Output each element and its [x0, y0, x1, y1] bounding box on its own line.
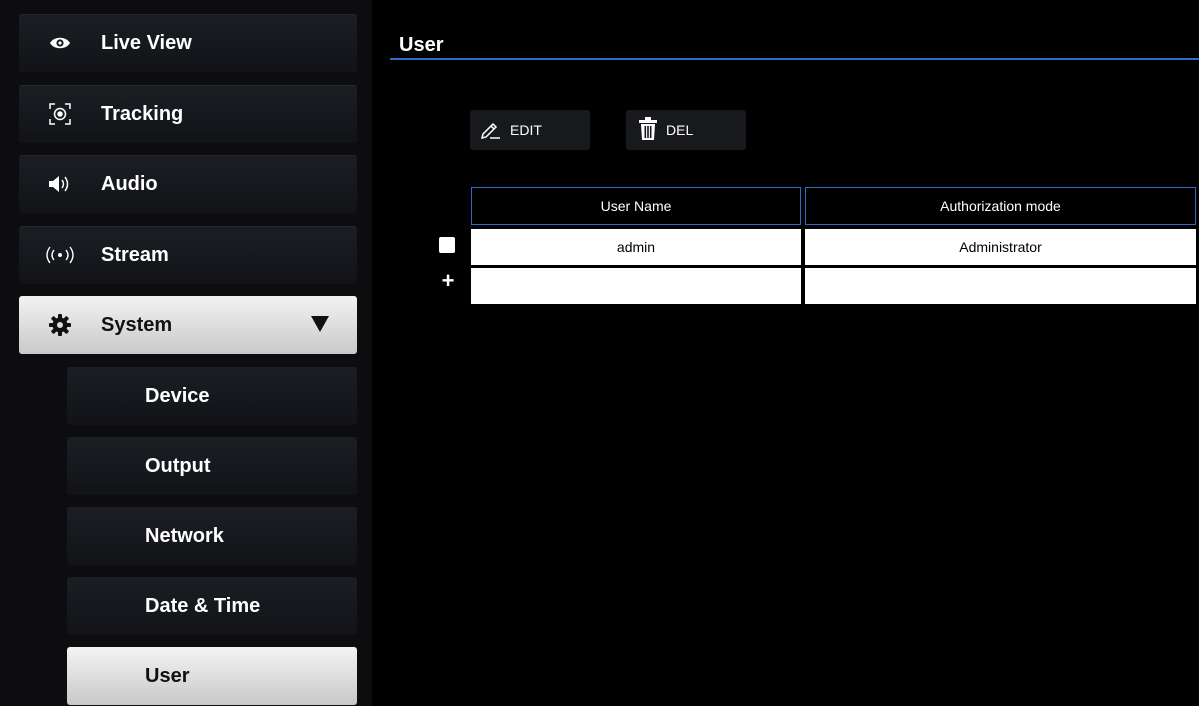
sidebar-subitem-user[interactable]: User	[67, 647, 357, 705]
new-user-name-cell[interactable]	[471, 268, 801, 304]
trash-icon	[638, 116, 658, 144]
sidebar-item-system[interactable]: System	[19, 296, 357, 354]
edit-pencil-icon	[480, 119, 502, 142]
title-divider	[390, 58, 1199, 60]
tracking-target-icon	[19, 102, 101, 126]
sidebar-item-label: Audio	[101, 172, 158, 195]
sidebar-subitem-label: Output	[145, 454, 211, 477]
column-header-authorization-mode: Authorization mode	[805, 187, 1196, 225]
eye-icon	[19, 35, 101, 51]
delete-button[interactable]: DEL	[626, 110, 746, 150]
page-title: User	[399, 34, 444, 56]
add-user-button[interactable]: +	[439, 270, 457, 292]
sidebar-subitem-label: Device	[145, 384, 210, 407]
caret-down-icon	[311, 316, 329, 337]
sidebar: Live View Tracking Audio Stream System D…	[0, 0, 372, 706]
table-cell-authorization-mode[interactable]: Administrator	[805, 229, 1196, 265]
speaker-icon	[19, 174, 101, 194]
edit-button[interactable]: EDIT	[470, 110, 590, 150]
sidebar-item-label: System	[101, 313, 173, 336]
sidebar-item-label: Stream	[101, 243, 169, 266]
sidebar-subitem-device[interactable]: Device	[67, 367, 357, 425]
sidebar-item-stream[interactable]: Stream	[19, 226, 357, 284]
edit-button-label: EDIT	[510, 122, 542, 138]
sidebar-item-label: Live View	[101, 31, 192, 54]
sidebar-subitem-label: Network	[145, 524, 224, 547]
sidebar-subitem-output[interactable]: Output	[67, 437, 357, 495]
sidebar-subitem-date-time[interactable]: Date & Time	[67, 577, 357, 635]
sidebar-subitem-label: User	[145, 664, 190, 687]
sidebar-item-label: Tracking	[101, 102, 184, 125]
table-cell-user-name[interactable]: admin	[471, 229, 801, 265]
sidebar-subitem-label: Date & Time	[145, 594, 261, 617]
sidebar-item-audio[interactable]: Audio	[19, 155, 357, 213]
broadcast-icon	[19, 246, 101, 264]
gear-icon	[19, 313, 101, 337]
row-select-checkbox[interactable]	[439, 237, 455, 253]
new-authorization-mode-cell[interactable]	[805, 268, 1196, 304]
sidebar-item-live-view[interactable]: Live View	[19, 14, 357, 72]
sidebar-subitem-network[interactable]: Network	[67, 507, 357, 565]
column-header-user-name: User Name	[471, 187, 801, 225]
delete-button-label: DEL	[666, 122, 694, 138]
sidebar-item-tracking[interactable]: Tracking	[19, 85, 357, 143]
